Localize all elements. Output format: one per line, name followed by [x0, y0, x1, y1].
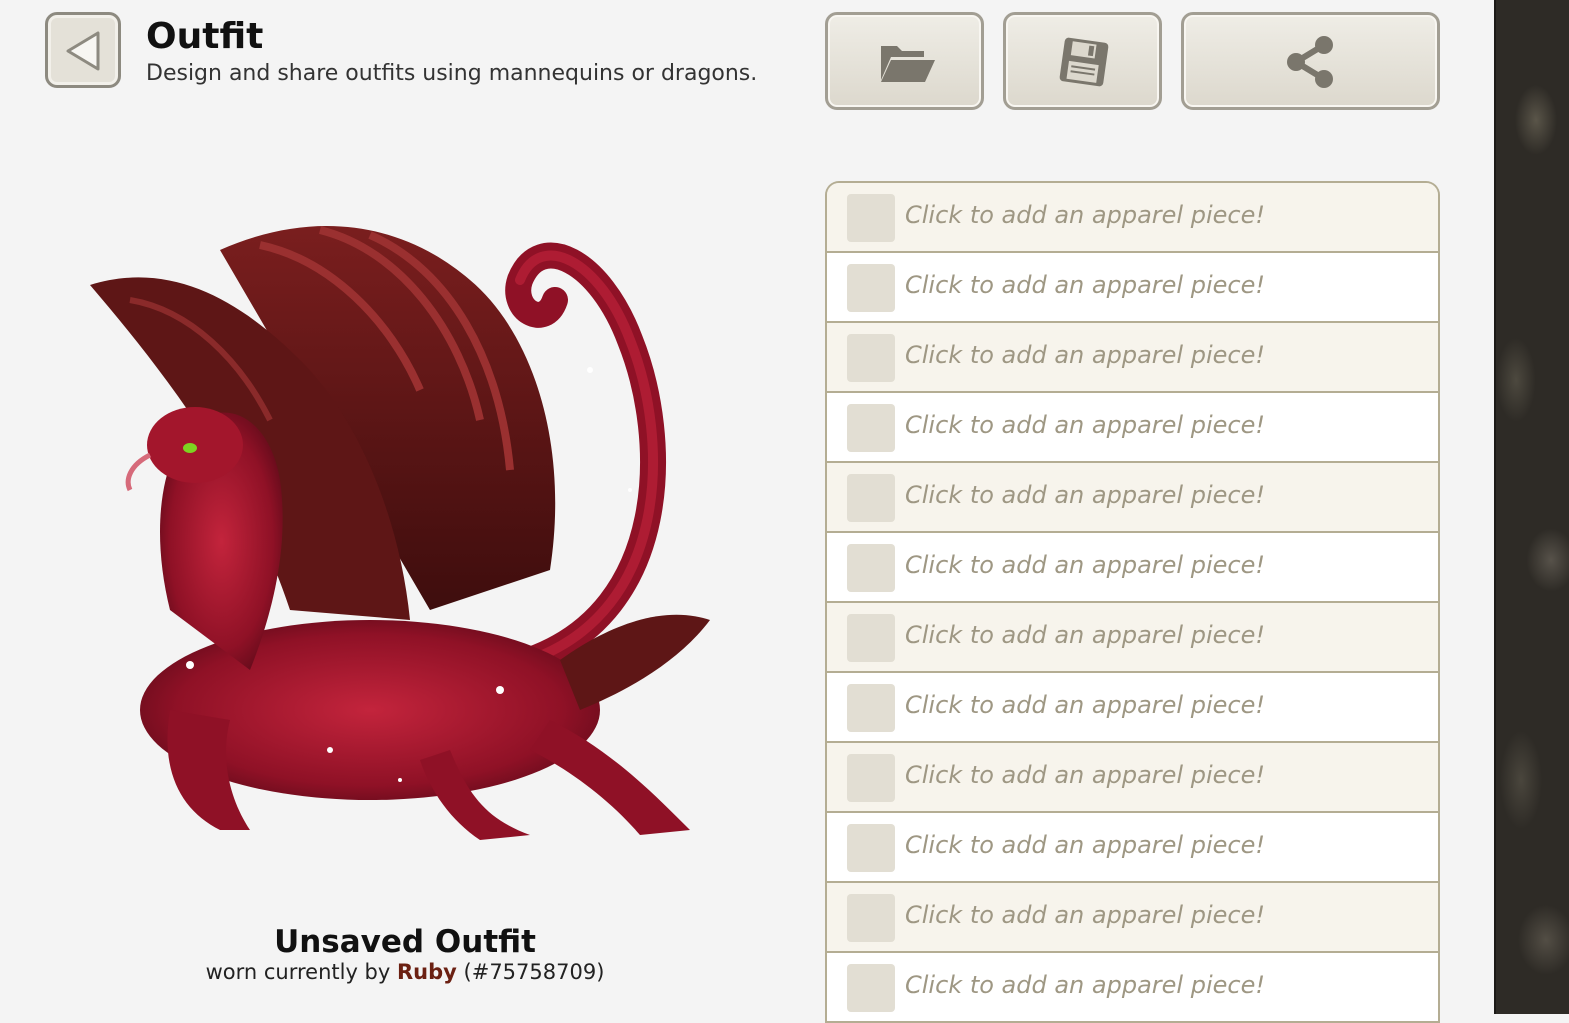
apparel-slot-label: Click to add an apparel piece!: [905, 971, 1265, 999]
apparel-slot[interactable]: Click to add an apparel piece!: [827, 883, 1438, 953]
apparel-thumbnail: [847, 684, 895, 732]
apparel-thumbnail: [847, 474, 895, 522]
apparel-slot-label: Click to add an apparel piece!: [905, 481, 1265, 509]
outfit-name: Unsaved Outfit: [274, 924, 536, 960]
apparel-slot[interactable]: Click to add an apparel piece!: [827, 183, 1438, 253]
apparel-slot[interactable]: Click to add an apparel piece!: [827, 323, 1438, 393]
apparel-thumbnail: [847, 404, 895, 452]
apparel-thumbnail: [847, 264, 895, 312]
folder-open-icon: [881, 46, 935, 82]
owner-id: (#75758709): [463, 960, 605, 984]
apparel-slot-label: Click to add an apparel piece!: [905, 271, 1265, 299]
apparel-slot[interactable]: Click to add an apparel piece!: [827, 253, 1438, 323]
apparel-list: Click to add an apparel piece! Click to …: [825, 181, 1440, 1023]
apparel-thumbnail: [847, 754, 895, 802]
apparel-thumbnail: [847, 194, 895, 242]
apparel-slot[interactable]: Click to add an apparel piece!: [827, 603, 1438, 673]
apparel-thumbnail: [847, 334, 895, 382]
apparel-thumbnail: [847, 544, 895, 592]
apparel-slot-label: Click to add an apparel piece!: [905, 691, 1265, 719]
save-outfit-button[interactable]: [1003, 12, 1162, 110]
apparel-slot-label: Click to add an apparel piece!: [905, 901, 1265, 929]
worn-by-line: worn currently by Ruby (#75758709): [0, 960, 810, 984]
back-button[interactable]: [45, 12, 121, 88]
floppy-disk-icon: [1059, 37, 1109, 87]
owner-name-link[interactable]: Ruby: [397, 960, 457, 984]
apparel-slot[interactable]: Click to add an apparel piece!: [827, 463, 1438, 533]
page-subtitle: Design and share outfits using mannequin…: [146, 61, 758, 86]
apparel-slot-label: Click to add an apparel piece!: [905, 761, 1265, 789]
apparel-slot-label: Click to add an apparel piece!: [905, 411, 1265, 439]
apparel-thumbnail: [847, 824, 895, 872]
background-texture: [1494, 0, 1569, 1014]
dragon-illustration: [90, 226, 710, 840]
apparel-slot-label: Click to add an apparel piece!: [905, 621, 1265, 649]
apparel-thumbnail: [847, 614, 895, 662]
apparel-slot[interactable]: Click to add an apparel piece!: [827, 533, 1438, 603]
open-outfit-button[interactable]: [825, 12, 984, 110]
apparel-slot-label: Click to add an apparel piece!: [905, 201, 1265, 229]
apparel-slot[interactable]: Click to add an apparel piece!: [827, 673, 1438, 743]
page-title: Outfit: [146, 16, 264, 57]
apparel-slot[interactable]: Click to add an apparel piece!: [827, 813, 1438, 883]
apparel-slot-label: Click to add an apparel piece!: [905, 341, 1265, 369]
apparel-thumbnail: [847, 894, 895, 942]
share-outfit-button[interactable]: [1181, 12, 1440, 110]
share-icon: [1287, 36, 1333, 88]
dragon-preview: [70, 190, 730, 860]
apparel-thumbnail: [847, 964, 895, 1012]
worn-by-prefix: worn currently by: [205, 960, 391, 984]
apparel-slot-label: Click to add an apparel piece!: [905, 831, 1265, 859]
apparel-slot[interactable]: Click to add an apparel piece!: [827, 393, 1438, 463]
apparel-slot[interactable]: Click to add an apparel piece!: [827, 743, 1438, 813]
back-arrow-icon: [66, 31, 100, 71]
apparel-slot[interactable]: Click to add an apparel piece!: [827, 953, 1438, 1023]
apparel-slot-label: Click to add an apparel piece!: [905, 551, 1265, 579]
